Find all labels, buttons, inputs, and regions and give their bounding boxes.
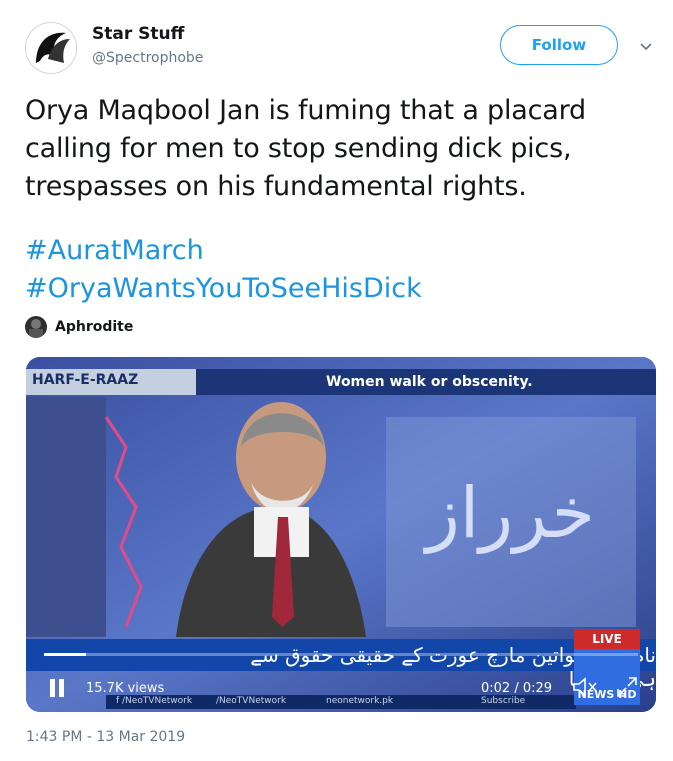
social-web: neonetwork.pk xyxy=(326,696,394,706)
social-twitter: /NeoTVNetwork xyxy=(216,696,287,706)
hashtag-orya[interactable]: #OryaWantsYouToSeeHisDick xyxy=(25,270,645,308)
follow-button[interactable]: Follow xyxy=(500,25,618,65)
progress-fill xyxy=(44,653,86,656)
hashtag-auratmarch[interactable]: #AuratMarch xyxy=(25,232,645,270)
tweet-timestamp[interactable]: 1:43 PM - 13 Mar 2019 xyxy=(26,729,185,745)
hashtag-list: #AuratMarch #OryaWantsYouToSeeHisDick xyxy=(25,232,645,308)
chevron-down-icon[interactable] xyxy=(638,38,654,54)
avatar[interactable] xyxy=(25,22,77,74)
video-time: 0:02 / 0:29 xyxy=(481,681,553,696)
social-subscribe: Subscribe xyxy=(481,696,526,706)
attribution-avatar xyxy=(25,316,47,338)
video-player[interactable]: خرراز HARF-E-RAAZ Women walk or obscenit… xyxy=(26,357,656,712)
tweet-card: Star Stuff @Spectrophobe Follow Orya Maq… xyxy=(0,0,673,761)
svg-text:خرراز: خرراز xyxy=(423,472,595,554)
video-headline: Women walk or obscenity. xyxy=(326,374,533,390)
live-badge: LIVE xyxy=(574,629,640,649)
pause-icon[interactable] xyxy=(48,677,66,699)
progress-bar[interactable] xyxy=(44,653,638,656)
attribution-name: Aphrodite xyxy=(55,319,134,335)
view-count: 15.7K views xyxy=(86,681,165,696)
display-name[interactable]: Star Stuff xyxy=(92,24,184,44)
media-attribution[interactable]: Aphrodite xyxy=(25,316,133,338)
social-facebook: f /NeoTVNetwork xyxy=(116,696,193,706)
show-name: HARF-E-RAAZ xyxy=(32,372,139,388)
mute-icon[interactable] xyxy=(571,675,599,699)
tweet-text: Orya Maqbool Jan is fuming that a placar… xyxy=(25,95,586,202)
fullscreen-icon[interactable] xyxy=(615,675,639,699)
user-handle[interactable]: @Spectrophobe xyxy=(92,50,203,66)
wing-avatar-icon xyxy=(26,23,76,73)
